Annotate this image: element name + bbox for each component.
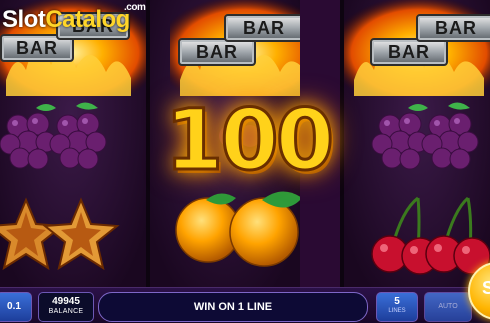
- orange-symbol: [150, 190, 300, 288]
- reel-3: BAR BAR: [344, 0, 490, 288]
- star-symbol: [0, 190, 146, 288]
- bar-label: BAR: [178, 38, 256, 66]
- bar-label: BAR: [416, 14, 490, 42]
- win-amount: 100: [163, 90, 335, 191]
- logo-text-slot: Slot: [2, 6, 46, 33]
- bar-symbol: BAR BAR: [150, 0, 300, 96]
- logo-text-catalog: Catalog: [45, 6, 130, 33]
- message-bar: WIN ON 1 LINE: [98, 292, 368, 322]
- lines-button[interactable]: 5 LINES: [376, 292, 418, 322]
- autoplay-label: AUTO: [438, 303, 458, 310]
- win-message: WIN ON 1 LINE: [193, 301, 273, 313]
- balance-value: 49945: [52, 296, 80, 307]
- control-panel: 0.1 49945 BALANCE WIN ON 1 LINE 5 LINES …: [0, 287, 490, 323]
- spin-label: S: [482, 278, 490, 298]
- slot-game-screen: BAR BAR BAR BAR BAR BAR 100 SlotCatalog …: [0, 0, 490, 323]
- grapes-symbol: [0, 96, 146, 192]
- logo-text-com: .com: [124, 2, 146, 13]
- reel-1: BAR BAR: [0, 0, 146, 288]
- bet-button[interactable]: 0.1: [0, 292, 32, 322]
- bar-symbol: BAR BAR: [344, 0, 490, 96]
- bar-label: BAR: [370, 38, 448, 66]
- lines-label: LINES: [388, 308, 406, 314]
- bet-value: 0.1: [7, 301, 21, 312]
- balance-display: 49945 BALANCE: [38, 292, 94, 322]
- grapes-symbol: [344, 96, 490, 192]
- autoplay-button[interactable]: AUTO: [424, 292, 472, 322]
- bar-label: BAR: [224, 14, 300, 42]
- balance-label: BALANCE: [48, 308, 84, 315]
- slotcatalog-logo: SlotCatalog .com: [2, 2, 146, 34]
- lines-value: 5: [394, 296, 400, 307]
- cherry-symbol: [344, 190, 490, 288]
